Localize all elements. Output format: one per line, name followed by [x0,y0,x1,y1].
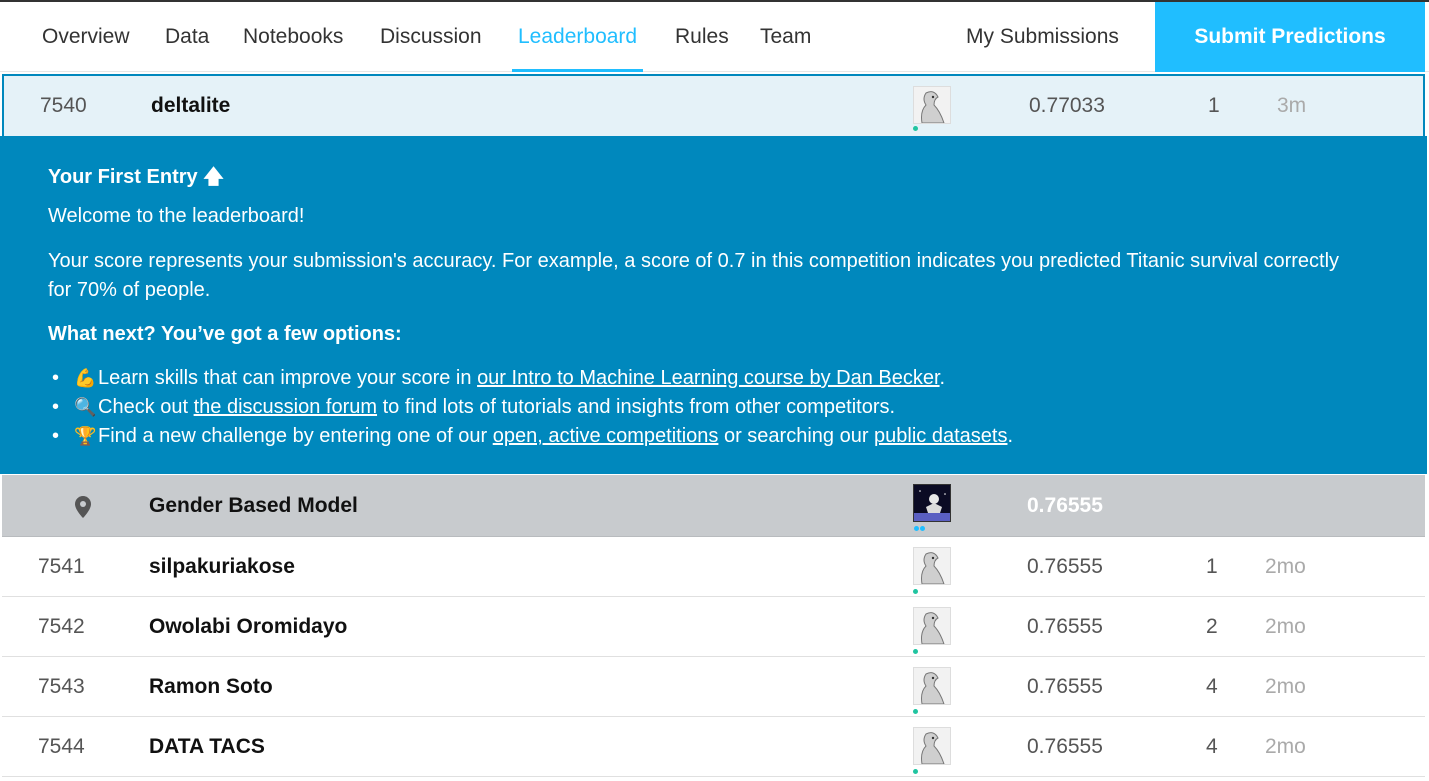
last-submission: 2mo [1265,615,1306,638]
table-row[interactable]: 7541 silpakuriakose 0.76555 1 2mo [2,537,1425,597]
team-name[interactable]: Owolabi Oromidayo [149,597,347,657]
welcome-text: Welcome to the leaderboard! [48,205,305,227]
first-entry-panel: Your First Entry 🡅 Welcome to the leader… [0,136,1427,474]
bullet-text: or searching our [718,425,875,447]
intro-ml-course-link[interactable]: our Intro to Machine Learning course by … [477,367,939,389]
status-dot [920,526,925,531]
bullet-text: Learn skills that can improve your score… [98,367,478,389]
status-dot [913,589,918,594]
last-submission: 2mo [1265,555,1306,578]
benchmark-score: 0.76555 [1027,494,1103,517]
benchmark-row[interactable]: Gender Based Model 0.76555 [2,475,1425,537]
entries-count: 4 [1206,675,1218,698]
leaderboard-row-own[interactable]: 7540 deltalite 0.77033 1 3m [2,74,1425,136]
avatar[interactable] [913,667,951,705]
status-dot [914,526,919,531]
last-submission: 2mo [1265,675,1306,698]
tab-team[interactable]: Team [760,2,811,72]
map-pin-icon [75,496,91,523]
rank: 7542 [38,615,85,638]
bullet-text: Check out [98,396,194,418]
table-row[interactable]: 7542 Owolabi Oromidayo 0.76555 2 2mo [2,597,1425,657]
team-name[interactable]: Ramon Soto [149,657,273,717]
tab-data[interactable]: Data [165,2,209,72]
avatar[interactable] [913,727,951,765]
score: 0.76555 [1027,555,1103,578]
score: 0.76555 [1027,735,1103,758]
list-item: 💪Learn skills that can improve your scor… [48,364,1013,393]
muscle-icon: 💪 [74,368,97,388]
submit-predictions-button[interactable]: Submit Predictions [1155,2,1425,72]
panel-title-text: Your First Entry [48,166,198,188]
entries-count: 1 [1208,94,1220,117]
tab-discussion[interactable]: Discussion [380,2,482,72]
entries-count: 2 [1206,615,1218,638]
status-dot [913,649,918,654]
next-title: What next? You’ve got a few options: [48,323,402,345]
tab-rules[interactable]: Rules [675,2,729,72]
arrow-up-icon: 🡅 [203,166,224,188]
table-row[interactable]: 7543 Ramon Soto 0.76555 4 2mo [2,657,1425,717]
discussion-forum-link[interactable]: the discussion forum [194,396,377,418]
score: 0.76555 [1027,615,1103,638]
public-datasets-link[interactable]: public datasets [874,425,1007,447]
avatar[interactable] [913,86,951,124]
avatar[interactable] [913,484,951,522]
bullet-text: . [939,367,946,389]
status-dot [913,769,918,774]
rank: 7540 [40,94,87,117]
last-submission: 2mo [1265,735,1306,758]
active-competitions-link[interactable]: open, active competitions [493,425,719,447]
list-item: 🔍Check out the discussion forum to find … [48,393,1013,422]
status-dot [913,709,918,714]
avatar[interactable] [913,607,951,645]
rank: 7541 [38,555,85,578]
tab-leaderboard[interactable]: Leaderboard [511,2,644,72]
top-nav: Overview Data Notebooks Discussion Leade… [0,0,1429,72]
options-list: 💪Learn skills that can improve your scor… [48,364,1013,451]
rank: 7543 [38,675,85,698]
tab-notebooks[interactable]: Notebooks [243,2,343,72]
last-submission: 3m [1277,94,1307,117]
tab-overview[interactable]: Overview [42,2,130,72]
bullet-text: Find a new challenge by entering one of … [98,425,493,447]
bullet-text: to find lots of tutorials and insights f… [377,396,896,418]
score: 0.76555 [1027,675,1103,698]
panel-title: Your First Entry 🡅 [48,162,224,196]
benchmark-name: Gender Based Model [149,494,358,517]
score-explanation: Your score represents your submission's … [48,250,1340,301]
avatar[interactable] [913,547,951,585]
status-dot [913,126,918,131]
entries-count: 4 [1206,735,1218,758]
bullet-text: . [1007,425,1014,447]
team-name[interactable]: deltalite [151,76,230,136]
list-item: 🏆Find a new challenge by entering one of… [48,422,1013,451]
my-submissions-link[interactable]: My Submissions [966,2,1119,72]
table-row[interactable]: 7544 DATA TACS 0.76555 4 2mo [2,717,1425,777]
score: 0.77033 [1029,94,1105,117]
team-name[interactable]: silpakuriakose [149,537,295,597]
team-name[interactable]: DATA TACS [149,717,265,777]
magnifier-icon: 🔍 [74,397,97,417]
entries-count: 1 [1206,555,1218,578]
trophy-icon: 🏆 [74,426,97,446]
rank: 7544 [38,735,85,758]
